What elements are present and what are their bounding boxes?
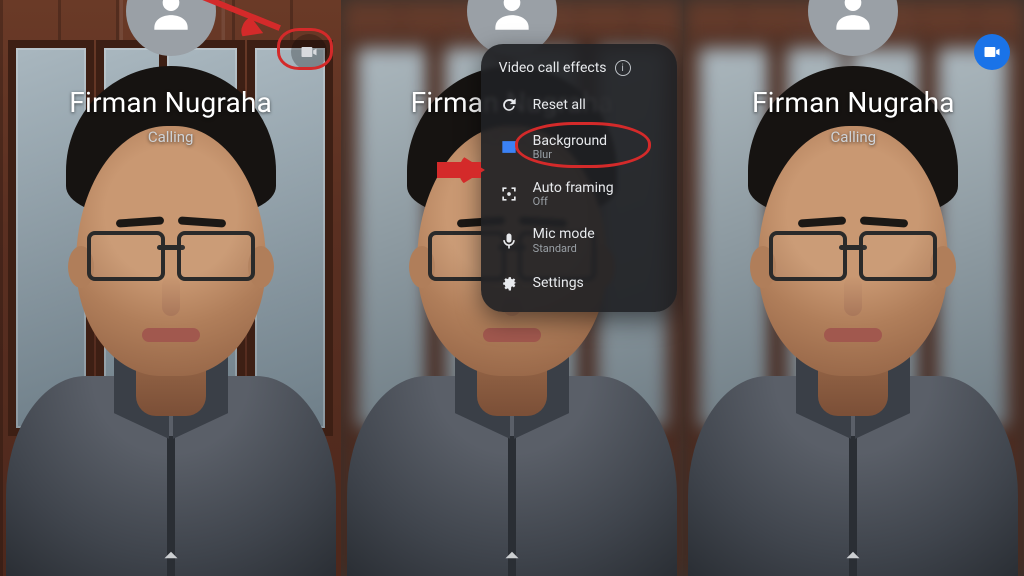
video-effects-button[interactable] <box>974 34 1010 70</box>
person-icon <box>487 0 537 36</box>
bottom-sheet-handle[interactable] <box>838 540 868 570</box>
menu-item-sub: Blur <box>533 149 607 162</box>
self-view-person <box>6 106 336 576</box>
self-view-person <box>688 106 1018 576</box>
menu-item-sub: Standard <box>533 243 595 256</box>
menu-item-reset[interactable]: Reset all <box>485 86 673 124</box>
chevron-up-icon <box>158 542 184 568</box>
menu-item-settings[interactable]: Settings <box>485 264 673 302</box>
menu-item-label: Reset all <box>533 97 586 113</box>
screenshot-step-1: Firman Nugraha Calling <box>0 0 341 576</box>
video-camera-icon <box>982 42 1002 62</box>
menu-title: Video call effects <box>499 60 607 76</box>
call-status: Calling <box>0 128 341 146</box>
bottom-sheet-handle[interactable] <box>156 540 186 570</box>
menu-item-label: Mic mode <box>533 226 595 242</box>
chevron-up-icon <box>840 542 866 568</box>
mic-icon <box>499 231 519 251</box>
video-camera-icon <box>299 42 319 62</box>
video-effects-menu: Video call effects i Reset all Backgroun… <box>481 44 677 312</box>
menu-item-micmode[interactable]: Mic mode Standard <box>485 217 673 264</box>
contact-name: Firman Nugraha <box>683 86 1024 119</box>
person-icon <box>828 0 878 36</box>
screenshot-step-2: Firman Nugraha Calling Video call effect… <box>341 0 682 576</box>
menu-item-label: Auto framing <box>533 180 614 196</box>
menu-title-row: Video call effects i <box>485 58 673 86</box>
call-status: Calling <box>683 128 1024 146</box>
menu-item-background[interactable]: Background Blur <box>485 124 673 171</box>
tutorial-triptych: Firman Nugraha Calling <box>0 0 1024 576</box>
image-icon <box>499 137 519 157</box>
chevron-up-icon <box>499 542 525 568</box>
reset-icon <box>499 95 519 115</box>
menu-item-autoframing[interactable]: Auto framing Off <box>485 171 673 218</box>
menu-item-sub: Off <box>533 196 614 209</box>
menu-item-label: Settings <box>533 275 584 291</box>
person-icon <box>146 0 196 36</box>
screenshot-step-3: Firman Nugraha Calling <box>683 0 1024 576</box>
contact-name: Firman Nugraha <box>0 86 341 119</box>
bottom-sheet-handle[interactable] <box>497 540 527 570</box>
gear-icon <box>499 273 519 293</box>
menu-item-label: Background <box>533 133 607 149</box>
info-icon[interactable]: i <box>615 60 631 76</box>
frame-icon <box>499 184 519 204</box>
